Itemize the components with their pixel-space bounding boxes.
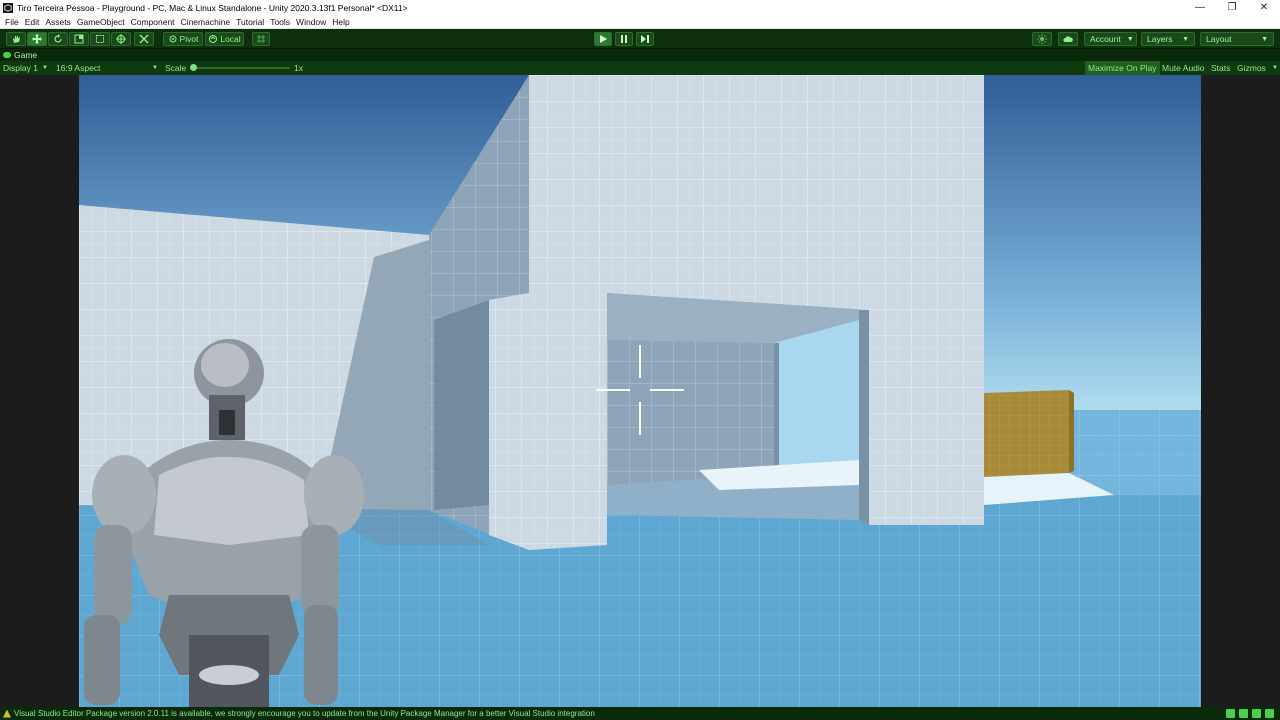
menu-tutorial[interactable]: Tutorial [233,17,267,27]
game-scene [79,75,1201,707]
tab-game-label: Game [14,50,38,60]
gizmos-toggle[interactable]: Gizmos [1234,61,1269,75]
scale-slider-track[interactable] [192,67,290,69]
step-icon [641,35,649,43]
pause-button[interactable] [615,32,633,46]
scale-label: Scale [165,63,187,73]
restore-button[interactable]: ❐ [1216,0,1248,15]
local-toggle-button[interactable]: Local [205,32,244,46]
layers-dropdown[interactable]: Layers ▼ [1141,32,1195,46]
menu-cinemachine[interactable]: Cinemachine [178,17,234,27]
play-icon [600,35,607,43]
menu-help[interactable]: Help [329,17,352,27]
hand-tool-button[interactable] [6,32,26,46]
pivot-toggle-button[interactable]: Pivot [163,32,203,46]
tab-game[interactable]: Game [3,49,37,61]
transform-tool-button[interactable] [111,32,131,46]
display-dropdown[interactable]: Display 1 ▼ [3,61,48,75]
status-bar: Visual Studio Editor Package version 2.0… [0,707,1280,720]
warning-icon [3,709,11,718]
custom-tool-button[interactable] [134,32,154,46]
network-icon[interactable] [1252,709,1261,718]
display-label: Display 1 [3,63,38,73]
mute-audio-toggle[interactable]: Mute Audio [1159,61,1208,75]
account-label: Account [1090,34,1121,44]
aspect-label: 16:9 Aspect [56,63,101,73]
pause-icon [621,35,627,43]
main-toolbar: Pivot Local Account ▼ Layers ▼ Layout ▼ [0,29,1280,49]
cloud-icon [1063,36,1073,42]
maximize-on-play-toggle[interactable]: Maximize On Play [1085,61,1160,75]
scale-slider-handle[interactable] [190,64,197,71]
menu-assets[interactable]: Assets [42,17,74,27]
yellow-crate [984,390,1069,477]
layout-dropdown[interactable]: Layout ▼ [1200,32,1274,46]
chevron-down-icon: ▼ [152,65,158,71]
gizmos-dropdown-caret[interactable]: ▼ [1268,61,1278,75]
local-label: Local [220,34,241,44]
menu-bar: File Edit Assets GameObject Component Ci… [0,15,1280,29]
game-controller-icon [3,52,11,58]
game-view-controls: Display 1 ▼ 16:9 Aspect ▼ Scale 1x Maxim… [0,61,1280,75]
menu-edit[interactable]: Edit [22,17,43,27]
bug-icon[interactable] [1226,709,1235,718]
move-tool-button[interactable] [27,32,47,46]
scale-icon [74,34,84,44]
move-icon [32,34,42,44]
chevron-down-icon: ▼ [1261,35,1268,43]
cloud-button[interactable] [1058,32,1078,46]
doorway-interior [607,340,774,485]
rotate-icon [54,34,62,43]
stats-toggle[interactable]: Stats [1208,61,1233,75]
rect-icon [96,35,104,43]
chevron-down-icon: ▼ [41,65,48,71]
grid-snap-button[interactable] [252,32,270,46]
aspect-dropdown[interactable]: 16:9 Aspect ▼ [56,61,158,75]
cache-server-icon[interactable] [1239,709,1248,718]
rect-tool-button[interactable] [90,32,110,46]
rotate-tool-button[interactable] [48,32,68,46]
progress-icon[interactable] [1265,709,1274,718]
menu-gameobject[interactable]: GameObject [74,17,128,27]
menu-component[interactable]: Component [128,17,178,27]
grid-icon [257,35,265,43]
local-icon [209,35,218,43]
pivot-icon [169,35,177,43]
game-viewport[interactable] [79,75,1201,707]
window-title: Tiro Terceira Pessoa - Playground - PC, … [17,2,408,13]
scale-value: 1x [294,63,303,73]
collab-icon [1037,34,1047,44]
account-dropdown[interactable]: Account ▼ [1084,32,1137,46]
step-button[interactable] [636,32,654,46]
chevron-down-icon: ▼ [1272,65,1278,71]
scale-tool-button[interactable] [69,32,89,46]
status-message[interactable]: Visual Studio Editor Package version 2.0… [14,709,595,718]
hand-icon [13,36,20,43]
menu-file[interactable]: File [2,17,22,27]
title-bar: Tiro Terceira Pessoa - Playground - PC, … [0,0,1280,15]
unity-logo-icon [3,2,13,13]
layout-label: Layout [1206,34,1232,44]
tools-icon [139,34,149,44]
menu-tools[interactable]: Tools [267,17,293,27]
close-button[interactable]: ✕ [1248,0,1280,15]
minimize-button[interactable]: — [1184,0,1216,15]
layers-label: Layers [1147,34,1173,44]
chevron-down-icon: ▼ [1126,35,1134,43]
play-button[interactable] [594,32,612,46]
pivot-label: Pivot [179,34,199,44]
chevron-down-icon: ▼ [1182,35,1189,43]
transform-icon [116,34,126,44]
building-pillar [489,293,529,550]
tab-strip: Game [0,49,1280,61]
menu-window[interactable]: Window [293,17,329,27]
collab-button[interactable] [1032,32,1052,46]
